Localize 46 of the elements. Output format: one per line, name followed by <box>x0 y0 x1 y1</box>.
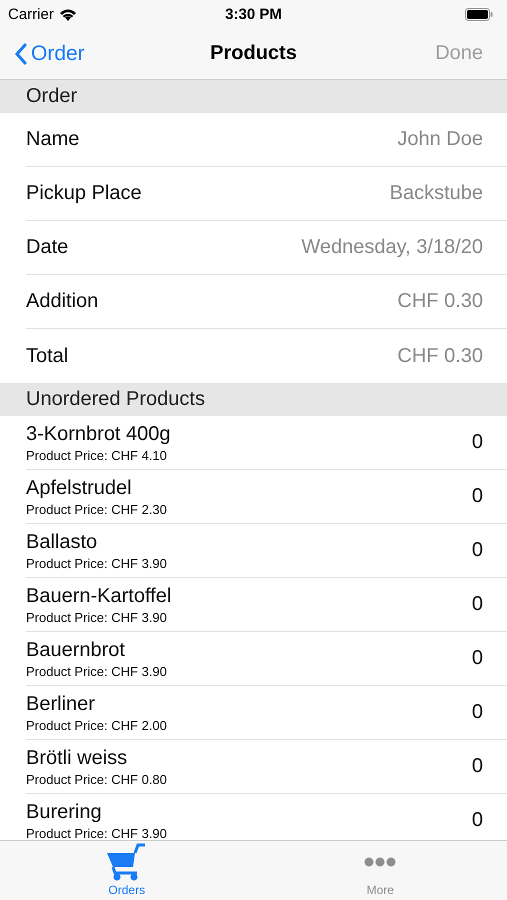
tab-item[interactable]: More <box>254 841 507 900</box>
battery-icon <box>465 8 493 20</box>
clock-time: 3:30 PM <box>225 6 282 22</box>
tab-item[interactable]: Orders <box>0 841 254 900</box>
product-price: Product Price: CHF 4.10 <box>26 448 168 462</box>
chevron-left-icon <box>14 42 27 64</box>
field-value: Wednesday, 3/18/20 <box>301 236 483 259</box>
field-value: Backstube <box>390 182 483 205</box>
product-price: Product Price: CHF 3.90 <box>26 826 167 840</box>
product-price: Product Price: CHF 2.30 <box>26 502 167 516</box>
product-name: Brötli weiss <box>26 746 128 770</box>
product-price: Product Price: CHF 3.90 <box>26 556 167 570</box>
quantity-value: 0 <box>472 647 483 670</box>
nav-title: Products <box>210 42 297 65</box>
wifi-icon <box>58 8 77 20</box>
back-button[interactable]: Order <box>14 42 210 66</box>
quantity-value: 0 <box>472 485 483 508</box>
field-label: Total <box>26 344 68 368</box>
product-name: Burering <box>26 800 103 824</box>
quantity-value: 0 <box>472 431 483 454</box>
field-label: Date <box>26 236 68 259</box>
carrier-label: Carrier <box>8 6 54 22</box>
field-label: Pickup Place <box>26 182 142 205</box>
product-name: Berliner <box>26 692 96 716</box>
product-price: Product Price: CHF 3.90 <box>26 664 167 678</box>
quantity-value: 0 <box>472 809 483 832</box>
quantity-value: 0 <box>472 701 483 724</box>
product-price: Product Price: CHF 3.90 <box>26 610 168 624</box>
field-value: CHF 0.30 <box>397 290 483 313</box>
product-name: 3-Kornbrot 400g <box>26 422 171 446</box>
quantity-value: 0 <box>472 755 483 778</box>
quantity-value: 0 <box>472 539 483 562</box>
product-name: Bauern-Kartoffel <box>26 584 172 608</box>
product-price: Product Price: CHF 2.00 <box>26 718 167 732</box>
product-price: Product Price: CHF 0.80 <box>26 772 167 786</box>
field-label: Addition <box>26 290 98 313</box>
product-name: Apfelstrudel <box>26 476 133 500</box>
product-name: Bauernbrot <box>26 638 126 662</box>
section-header: Order <box>0 80 507 113</box>
product-name: Ballasto <box>26 530 98 554</box>
field-value: CHF 0.30 <box>397 344 483 368</box>
quantity-value: 0 <box>472 593 483 616</box>
field-label: Name <box>26 128 80 151</box>
field-value: John Doe <box>397 128 483 151</box>
more-icon <box>364 857 396 867</box>
section-header: Unordered Products <box>0 383 507 416</box>
